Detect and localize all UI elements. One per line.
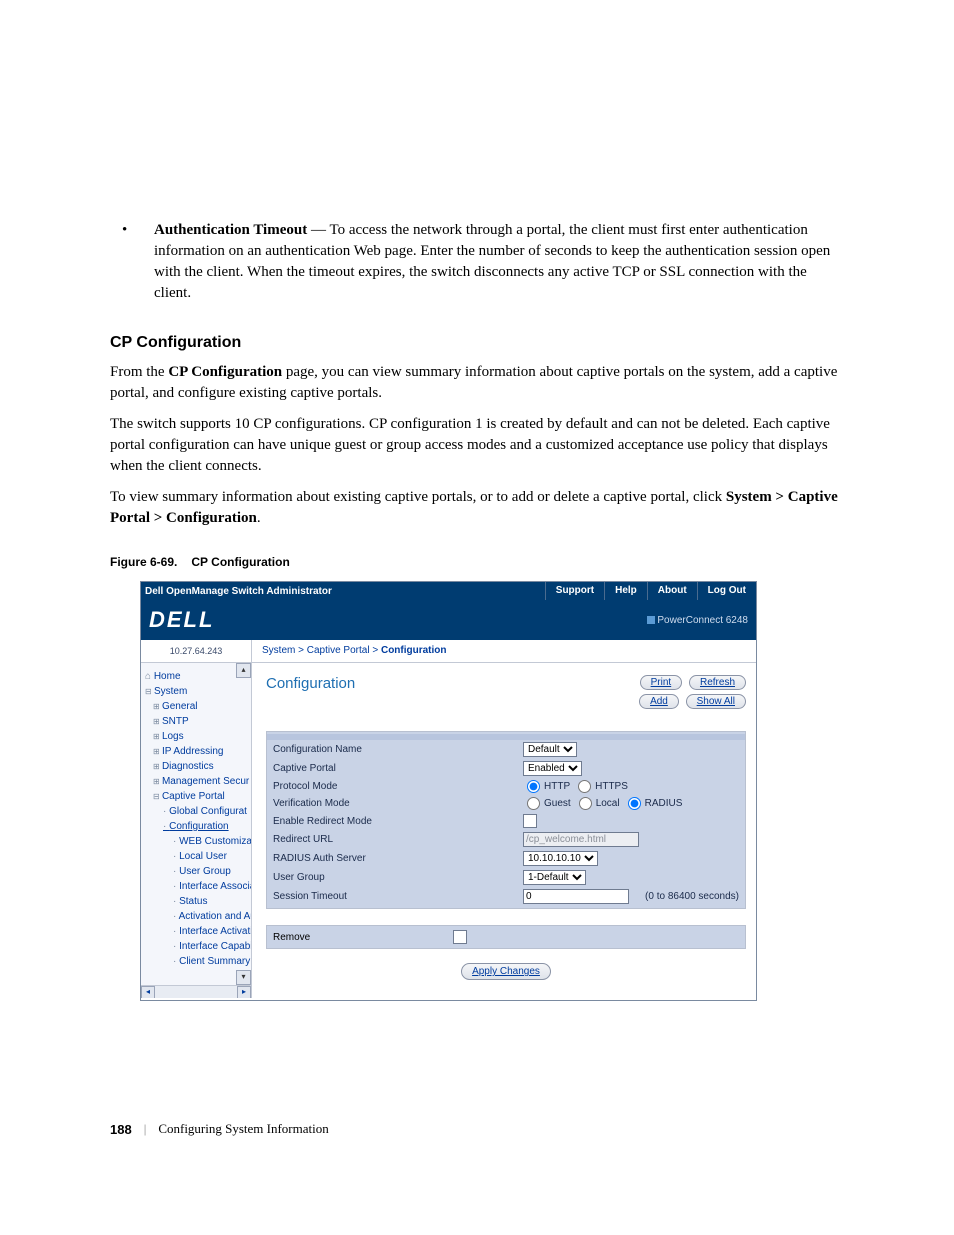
bullet-label: Authentication Timeout <box>154 222 307 238</box>
tree-if-assoc[interactable]: Interface Associa <box>145 879 251 894</box>
page-title: Configuration <box>266 675 355 692</box>
tree-sntp[interactable]: SNTP <box>145 714 251 729</box>
section-heading: CP Configuration <box>110 334 844 352</box>
page-number: 188 <box>110 1122 132 1137</box>
remove-checkbox[interactable] <box>453 930 467 944</box>
dell-logo: DELL <box>149 607 214 633</box>
sessiontimeout-input[interactable] <box>523 889 629 904</box>
figure-caption: Figure 6-69.CP Configuration <box>110 555 844 569</box>
about-link[interactable]: About <box>647 582 697 600</box>
ip-address: 10.27.64.243 <box>141 640 252 662</box>
app-title: Dell OpenManage Switch Administrator <box>141 586 545 597</box>
tree-system[interactable]: System <box>145 684 251 699</box>
paragraph: To view summary information about existi… <box>110 487 844 529</box>
print-button[interactable]: Print <box>640 675 683 690</box>
breadcrumb-row: 10.27.64.243 System > Captive Portal > C… <box>141 640 756 663</box>
page-footer: 188 | Configuring System Information <box>110 1121 844 1137</box>
configname-label: Configuration Name <box>273 744 523 755</box>
configname-select[interactable]: Default <box>523 742 577 757</box>
screenshot: Dell OpenManage Switch Administrator Sup… <box>140 581 757 1001</box>
help-link[interactable]: Help <box>604 582 647 600</box>
paragraph: The switch supports 10 CP configurations… <box>110 414 844 477</box>
config-form: Configuration Name Default Captive Porta… <box>266 731 746 909</box>
showall-button[interactable]: Show All <box>686 694 746 709</box>
tree-configuration[interactable]: Configuration <box>145 819 251 834</box>
redirectmode-checkbox[interactable] <box>523 814 537 828</box>
usergroup-select[interactable]: 1-Default <box>523 870 586 885</box>
breadcrumb: System > Captive Portal > Configuration <box>252 640 756 662</box>
verif-guest-radio[interactable]: Guest <box>523 797 571 810</box>
apply-changes-button[interactable]: Apply Changes <box>461 963 551 980</box>
radiusauth-label: RADIUS Auth Server <box>273 853 523 864</box>
tree-web-custom[interactable]: WEB Customiza <box>145 834 251 849</box>
captiveportal-select[interactable]: Enabled <box>523 761 582 776</box>
radiusauth-select[interactable]: 10.10.10.10 <box>523 851 598 866</box>
verif-radius-radio[interactable]: RADIUS <box>624 797 683 810</box>
remove-panel: Remove <box>266 925 746 949</box>
verification-label: Verification Mode <box>273 798 523 809</box>
tree-diag[interactable]: Diagnostics <box>145 759 251 774</box>
protocol-https-radio[interactable]: HTTPS <box>574 780 628 793</box>
tree-logs[interactable]: Logs <box>145 729 251 744</box>
bullet-item: • Authentication Timeout — To access the… <box>110 220 844 304</box>
tree-global-config[interactable]: Global Configurat <box>145 804 251 819</box>
captiveportal-label: Captive Portal <box>273 763 523 774</box>
sessiontimeout-label: Session Timeout <box>273 891 523 902</box>
product-label: PowerConnect 6248 <box>647 615 748 626</box>
h-scrollbar[interactable]: ◂▸ <box>141 985 251 998</box>
window-titlebar: Dell OpenManage Switch Administrator Sup… <box>141 582 756 600</box>
tree-client-summary[interactable]: Client Summary <box>145 954 251 969</box>
content-panel: Configuration Print Refresh Add Show All <box>252 663 756 1000</box>
brand-bar: DELL PowerConnect 6248 <box>141 600 756 640</box>
tree-user-group[interactable]: User Group <box>145 864 251 879</box>
redirecturl-label: Redirect URL <box>273 834 523 845</box>
support-link[interactable]: Support <box>545 582 604 600</box>
tree-mgmt[interactable]: Management Secur <box>145 774 251 789</box>
tree-act-auth[interactable]: Activation and Au <box>145 909 251 924</box>
add-button[interactable]: Add <box>639 694 679 709</box>
protocol-label: Protocol Mode <box>273 781 523 792</box>
tree-if-cap[interactable]: Interface Capabil <box>145 939 251 954</box>
remove-label: Remove <box>273 932 453 943</box>
scroll-down-button[interactable]: ▾ <box>236 970 251 985</box>
scroll-up-button[interactable]: ▴ <box>236 663 251 678</box>
tree-status[interactable]: Status <box>145 894 251 909</box>
verif-local-radio[interactable]: Local <box>575 797 620 810</box>
tree-ipaddr[interactable]: IP Addressing <box>145 744 251 759</box>
nav-tree[interactable]: ▴ Home System General SNTP Logs IP Addre… <box>141 663 252 998</box>
tree-if-act[interactable]: Interface Activatio <box>145 924 251 939</box>
bullet-dot: • <box>110 220 154 304</box>
protocol-http-radio[interactable]: HTTP <box>523 780 570 793</box>
usergroup-label: User Group <box>273 872 523 883</box>
footer-title: Configuring System Information <box>158 1121 328 1137</box>
sessiontimeout-hint: (0 to 86400 seconds) <box>645 891 739 902</box>
tree-local-user[interactable]: Local User <box>145 849 251 864</box>
redirecturl-input[interactable] <box>523 832 639 847</box>
paragraph: From the CP Configuration page, you can … <box>110 362 844 404</box>
refresh-button[interactable]: Refresh <box>689 675 746 690</box>
logout-link[interactable]: Log Out <box>697 582 756 600</box>
redirectmode-label: Enable Redirect Mode <box>273 816 523 827</box>
tree-general[interactable]: General <box>145 699 251 714</box>
tree-captive-portal[interactable]: Captive Portal <box>145 789 251 804</box>
